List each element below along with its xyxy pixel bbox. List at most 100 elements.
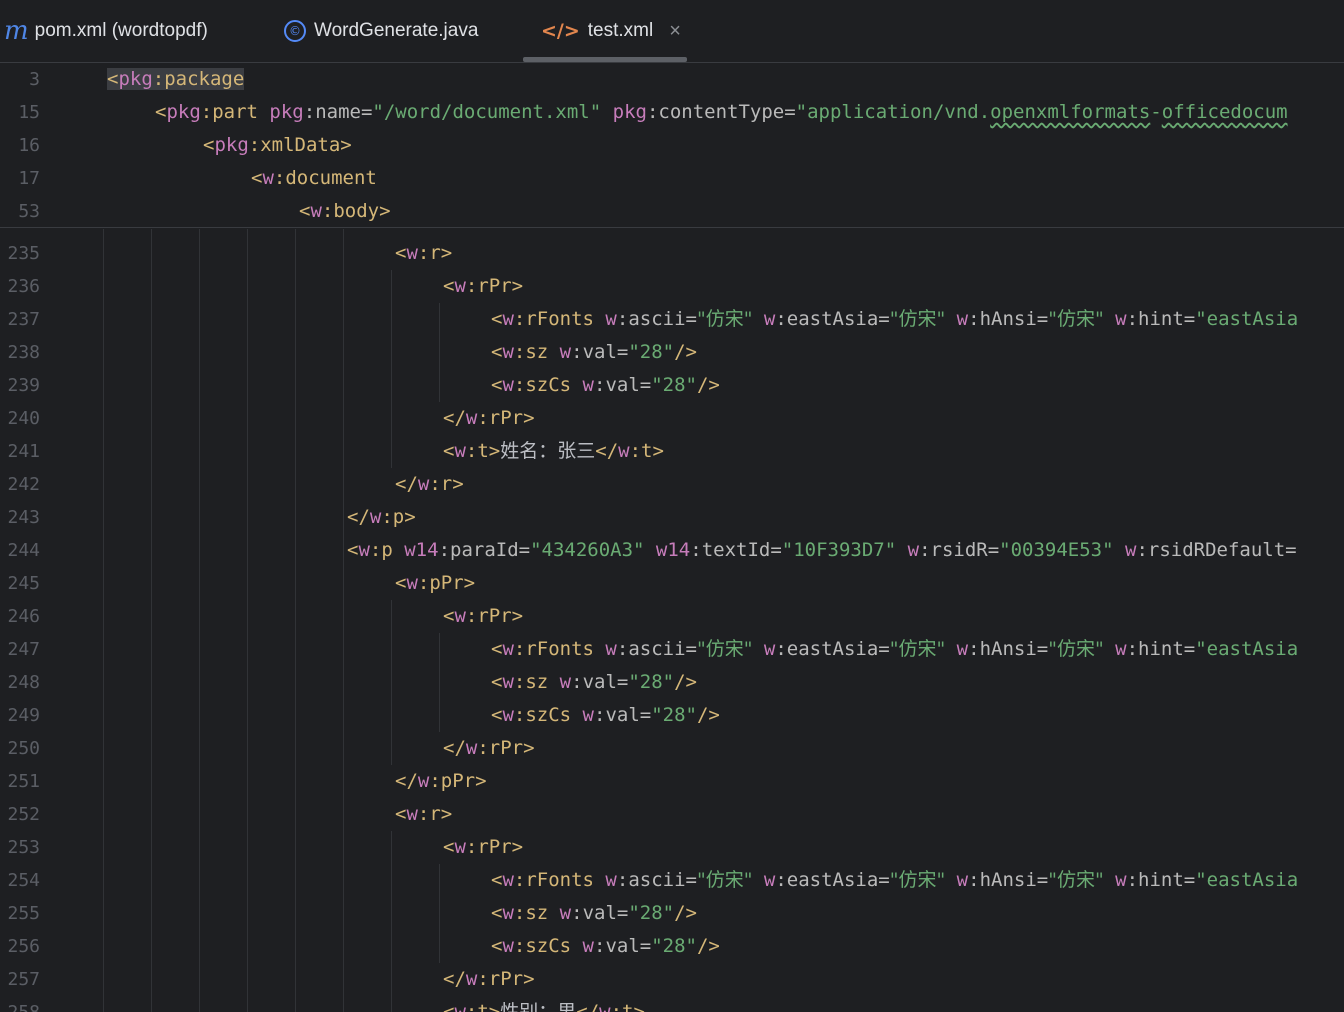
line-number[interactable]: 16 — [0, 129, 40, 162]
code-line: 236 <w:rPr> — [0, 270, 1344, 303]
line-number[interactable]: 15 — [0, 96, 40, 129]
code-token: w — [582, 935, 594, 957]
code-token: w — [605, 638, 617, 660]
code-token: w — [956, 308, 969, 330]
code-line: 235 <w:r> — [0, 237, 1344, 270]
code-token: w — [417, 473, 430, 495]
line-number[interactable]: 243 — [0, 501, 40, 534]
code-line: 253 <w:rPr> — [0, 831, 1344, 864]
code-token: :rPr> — [477, 407, 535, 429]
line-number[interactable]: 17 — [0, 162, 40, 195]
line-number[interactable]: 256 — [0, 930, 40, 963]
code-text: <w:szCs w:val="28"/> — [491, 699, 720, 732]
line-number[interactable]: 246 — [0, 600, 40, 633]
line-number[interactable]: 255 — [0, 897, 40, 930]
code-token: /> — [674, 902, 697, 924]
line-number[interactable]: 242 — [0, 468, 40, 501]
line-number[interactable]: 258 — [0, 996, 40, 1012]
line-number[interactable]: 248 — [0, 666, 40, 699]
sticky-lines-header: 3 <pkg:package 15 <pkg:part pkg:name="/word… — [0, 63, 1344, 228]
code-line: 249 <w:szCs w:val="28"/> — [0, 699, 1344, 732]
code-token: w — [763, 308, 776, 330]
line-number[interactable]: 251 — [0, 765, 40, 798]
line-number[interactable]: 237 — [0, 303, 40, 336]
code-text: <w:r> — [395, 237, 452, 270]
code-text: </w:rPr> — [443, 963, 535, 996]
code-token: "10F393D7" — [781, 539, 897, 561]
line-number[interactable]: 252 — [0, 798, 40, 831]
code-token: "eastAsia — [1195, 869, 1299, 891]
line-number[interactable]: 245 — [0, 567, 40, 600]
line-number[interactable]: 235 — [0, 237, 40, 270]
line-number[interactable]: 236 — [0, 270, 40, 303]
code-token: :p> — [381, 506, 416, 528]
code-token: /> — [674, 341, 697, 363]
code-token: "仿宋" — [696, 308, 753, 330]
code-text: <w:rPr> — [443, 831, 523, 864]
code-line: 241 <w:t>姓名：张三</w:t> — [0, 435, 1344, 468]
code-token: </ — [395, 770, 418, 792]
line-number[interactable]: 238 — [0, 336, 40, 369]
code-token: w — [763, 869, 776, 891]
code-token: "仿宋" — [696, 638, 753, 660]
line-number[interactable]: 53 — [0, 195, 40, 228]
code-token: :val= — [594, 704, 652, 726]
code-line: 237 <w:rFonts w:ascii="仿宋" w:eastAsia="仿宋… — [0, 303, 1344, 336]
code-token: w — [406, 242, 418, 264]
code-editor[interactable]: 235 <w:r> 236 <w:rPr> 237 <w:rFonts w:ascii="… — [0, 229, 1344, 1012]
code-token: w — [763, 638, 776, 660]
code-token: w — [956, 869, 969, 891]
code-token: 性别：男 — [500, 1001, 577, 1012]
code-token: "00394E53" — [999, 539, 1114, 561]
line-number[interactable]: 240 — [0, 402, 40, 435]
line-number[interactable]: 253 — [0, 831, 40, 864]
code-token: /> — [674, 671, 697, 693]
code-token: w — [310, 200, 322, 222]
line-number[interactable]: 249 — [0, 699, 40, 732]
code-text: <w:p w14:paraId="434260A3" w14:textId="1… — [347, 534, 1297, 567]
tab-wordgenerate-java[interactable]: © WordGenerate.java — [284, 0, 478, 62]
code-text: <w:rPr> — [443, 270, 523, 303]
code-token: w — [618, 440, 630, 462]
maven-icon: m — [4, 16, 29, 46]
code-token: pkg — [118, 68, 153, 90]
code-token: :rFonts — [513, 308, 606, 330]
code-line: 244 <w:p w14:paraId="434260A3" w14:textId… — [0, 534, 1344, 567]
code-token: </ — [576, 1001, 600, 1012]
code-token: w — [502, 671, 514, 693]
line-number[interactable]: 247 — [0, 633, 40, 666]
code-token: w — [502, 308, 514, 330]
code-token: :val= — [571, 671, 629, 693]
code-token: :t> — [465, 440, 501, 462]
code-line: 16 <pkg:xmlData> — [0, 129, 1344, 162]
code-token: w — [1124, 539, 1137, 561]
code-token: </ — [443, 407, 466, 429]
code-token: pkg — [269, 101, 304, 123]
line-number[interactable]: 3 — [0, 63, 40, 96]
line-number[interactable]: 257 — [0, 963, 40, 996]
code-token: w — [907, 539, 920, 561]
code-token: </ — [443, 968, 466, 990]
code-token: < — [107, 68, 119, 90]
line-number[interactable]: 250 — [0, 732, 40, 765]
code-text: <w:rFonts w:ascii="仿宋" w:eastAsia="仿宋" w… — [491, 864, 1298, 897]
code-token: :package — [152, 68, 245, 90]
code-token: :hint= — [1126, 869, 1196, 891]
line-number[interactable]: 244 — [0, 534, 40, 567]
code-token: "仿宋" — [1048, 308, 1104, 330]
line-number[interactable]: 254 — [0, 864, 40, 897]
tab-pom-xml[interactable]: m pom.xml (wordtopdf) — [4, 0, 208, 62]
code-token: "28" — [651, 935, 697, 957]
code-token: officedocum — [1161, 101, 1288, 123]
close-icon[interactable]: × — [669, 20, 681, 43]
code-token: openxmlformats — [990, 101, 1151, 123]
tab-test-xml[interactable]: </> test.xml × — [541, 0, 681, 62]
code-token: :val= — [571, 341, 629, 363]
tab-label: test.xml — [587, 20, 654, 41]
line-number[interactable]: 239 — [0, 369, 40, 402]
line-number[interactable]: 241 — [0, 435, 40, 468]
